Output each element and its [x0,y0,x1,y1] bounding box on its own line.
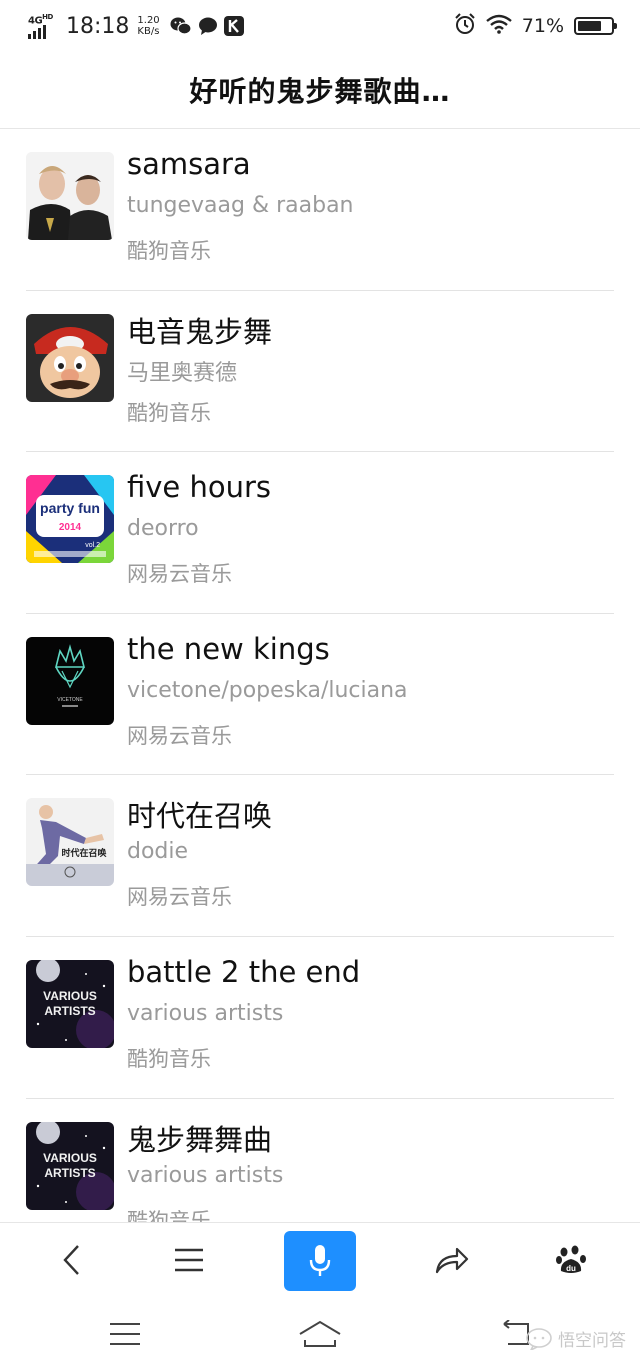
alarm-icon [454,13,476,39]
home-icon [299,1320,341,1347]
song-source: 酷狗音乐 [127,1046,211,1071]
network-speed: 1.20 KB/s [137,15,160,37]
cover-text-line1: VARIOUS [43,1151,97,1165]
song-item[interactable]: 时代在召唤 时代在召唤 dodie 网易云音乐 [26,775,614,937]
song-artist: vicetone/popeska/luciana [127,677,408,703]
header: 好听的鬼步舞歌曲… [0,52,640,129]
share-icon [435,1247,469,1274]
back-button[interactable] [36,1223,108,1297]
song-source: 网易云音乐 [127,723,232,748]
browser-toolbar: du [0,1222,640,1296]
song-item[interactable]: party fun 2014 vol.2 five hours deorro 网… [26,452,614,614]
song-title: samsara [127,147,251,181]
cover-text: VICETONE [57,697,83,703]
album-cover: VARIOUS ARTISTS [26,1121,114,1210]
cover-text: 时代在召唤 [61,847,106,859]
cover-text-line2: ARTISTS [44,1004,95,1018]
back-icon [63,1245,79,1275]
song-artist: dodie [127,839,189,865]
song-artist: 马里奥赛德 [127,360,238,386]
song-artist: deorro [127,516,199,542]
share-button[interactable] [416,1223,488,1297]
status-right: 71% [454,10,617,42]
menu-icon [175,1248,203,1272]
song-source: 酷狗音乐 [127,400,211,425]
song-item[interactable]: VARIOUS ARTISTS battle 2 the end various… [26,937,614,1099]
song-source: 网易云音乐 [127,885,232,910]
song-title: the new kings [127,631,330,666]
album-cover: VICETONE [26,636,114,725]
system-menu-button[interactable] [90,1304,160,1364]
microphone-icon [309,1245,331,1276]
voice-search-button[interactable] [284,1231,356,1291]
song-source: 酷狗音乐 [127,239,211,263]
battery-icon [574,17,617,35]
chat-bubble-icon [198,16,218,36]
song-item[interactable]: VARIOUS ARTISTS 鬼步舞舞曲 various artists 酷狗… [26,1099,614,1222]
page-title: 好听的鬼步舞歌曲… [189,75,451,108]
status-bar: 4GHD 18:18 1.20 KB/s 71% [0,0,640,52]
song-artist: tungevaag & raaban [127,193,354,218]
album-cover [26,152,114,240]
cover-text: party fun [40,500,100,516]
song-title: 时代在召唤 [127,799,273,834]
song-artist: various artists [127,1000,284,1026]
status-left: 4GHD 18:18 1.20 KB/s [28,10,244,42]
battery-percent: 71% [521,15,564,37]
baidu-paw-icon: du [556,1245,586,1273]
song-artist: various artists [127,1162,284,1188]
cover-subtext: 2014 [59,522,82,533]
k-app-icon [223,16,244,36]
system-home-button[interactable] [285,1304,355,1364]
song-title: battle 2 the end [127,954,361,989]
clock: 18:18 [66,13,130,39]
album-cover [26,313,114,402]
song-list[interactable]: samsara tungevaag & raaban 酷狗音乐 电音鬼步舞 马里… [0,129,640,1222]
menu-icon [110,1323,140,1345]
menu-button[interactable] [153,1223,225,1297]
system-navigation-bar: 悟空问答 [0,1296,640,1372]
album-cover: 时代在召唤 [26,798,114,887]
song-title: 电音鬼步舞 [127,314,273,349]
cover-text-line1: VARIOUS [43,989,97,1003]
album-cover: party fun 2014 vol.2 [26,475,114,564]
cover-vol: vol.2 [85,542,100,549]
chat-watermark-icon [526,1327,552,1350]
svg-text:du: du [566,1264,576,1273]
cover-text-line2: ARTISTS [44,1166,95,1180]
song-source: 酷狗音乐 [127,1208,211,1222]
song-item[interactable]: 电音鬼步舞 马里奥赛德 酷狗音乐 [26,291,614,453]
wechat-icon [170,16,192,36]
song-item[interactable]: samsara tungevaag & raaban 酷狗音乐 [26,129,614,291]
baidu-button[interactable]: du [535,1223,607,1297]
wifi-icon [485,14,512,38]
album-cover: VARIOUS ARTISTS [26,959,114,1048]
song-title: 鬼步舞舞曲 [127,1122,273,1157]
watermark-text: 悟空问答 [558,1331,626,1351]
watermark: 悟空问答 [526,1326,626,1351]
song-source: 网易云音乐 [127,562,232,587]
song-item[interactable]: VICETONE the new kings vicetone/popeska/… [26,614,614,776]
song-title: five hours [127,470,272,505]
cellular-signal-icon: 4GHD [28,11,58,41]
